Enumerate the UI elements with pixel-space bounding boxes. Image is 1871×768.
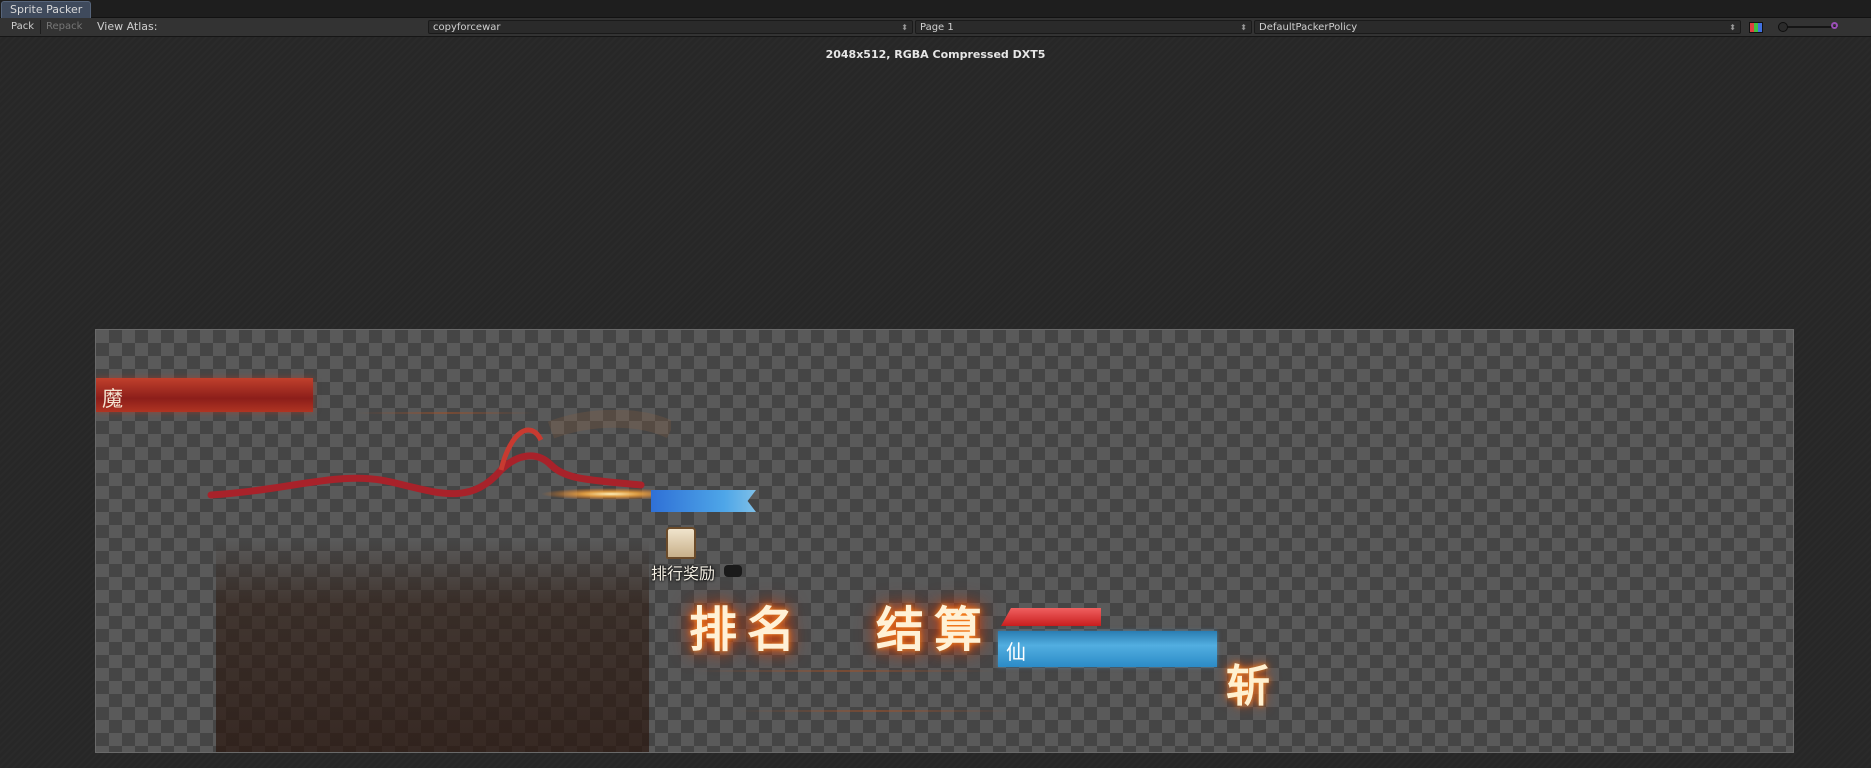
sprite-immortal-banner: 仙: [998, 631, 1217, 667]
sprite-knob: [724, 565, 742, 577]
sprite-demon-banner: 魔: [96, 378, 313, 412]
sprite-divider-line: [696, 670, 996, 672]
atlas-info-label: 2048x512, RGBA Compressed DXT5: [825, 48, 1046, 61]
zoom-slider-icon: [1831, 22, 1838, 29]
packer-policy-dropdown[interactable]: DefaultPackerPolicy ⬍: [1254, 20, 1741, 34]
chevron-updown-icon: ⬍: [1240, 23, 1247, 32]
view-atlas-label: View Atlas:: [97, 20, 158, 33]
immortal-glyph: 仙: [1006, 640, 1026, 664]
tab-bar: Sprite Packer: [0, 0, 1871, 18]
sprite-settle-title: 结算: [876, 602, 993, 658]
zoom-slider[interactable]: [1780, 26, 1838, 28]
pack-button[interactable]: Pack: [6, 18, 39, 36]
page-dropdown-value: Page 1: [920, 22, 954, 33]
chevron-updown-icon: ⬍: [901, 23, 908, 32]
zoom-slider-handle[interactable]: [1778, 22, 1788, 32]
atlas-dropdown[interactable]: copyforcewar ⬍: [428, 20, 913, 34]
sprite-red-tab: [1001, 608, 1101, 626]
sprite-ribbon-flourish: [207, 410, 671, 500]
chevron-updown-icon: ⬍: [1729, 23, 1736, 32]
sprite-background-wash: [216, 540, 649, 752]
atlas-texture[interactable]: 魔 排行奖励 排名 结算 仙 斩: [95, 329, 1794, 753]
toolbar: Pack Repack View Atlas: copyforcewar ⬍ P…: [0, 18, 1871, 37]
atlas-dropdown-value: copyforcewar: [433, 22, 501, 33]
page-dropdown[interactable]: Page 1 ⬍: [915, 20, 1252, 34]
demon-glyph: 魔: [102, 387, 123, 411]
tab-sprite-packer[interactable]: Sprite Packer: [1, 1, 92, 18]
rgb-channels-icon[interactable]: [1749, 22, 1763, 33]
packer-policy-value: DefaultPackerPolicy: [1259, 22, 1358, 33]
sprite-divider-line: [736, 710, 1016, 712]
sprite-reward-label: 排行奖励: [651, 564, 716, 583]
sprite-rank-title: 排名: [689, 602, 806, 658]
treasure-chest-icon: [666, 527, 696, 559]
repack-button[interactable]: Repack: [41, 18, 87, 36]
sprite-slash-glyph: 斩: [1226, 661, 1270, 712]
sprite-blue-tab: [651, 490, 756, 512]
